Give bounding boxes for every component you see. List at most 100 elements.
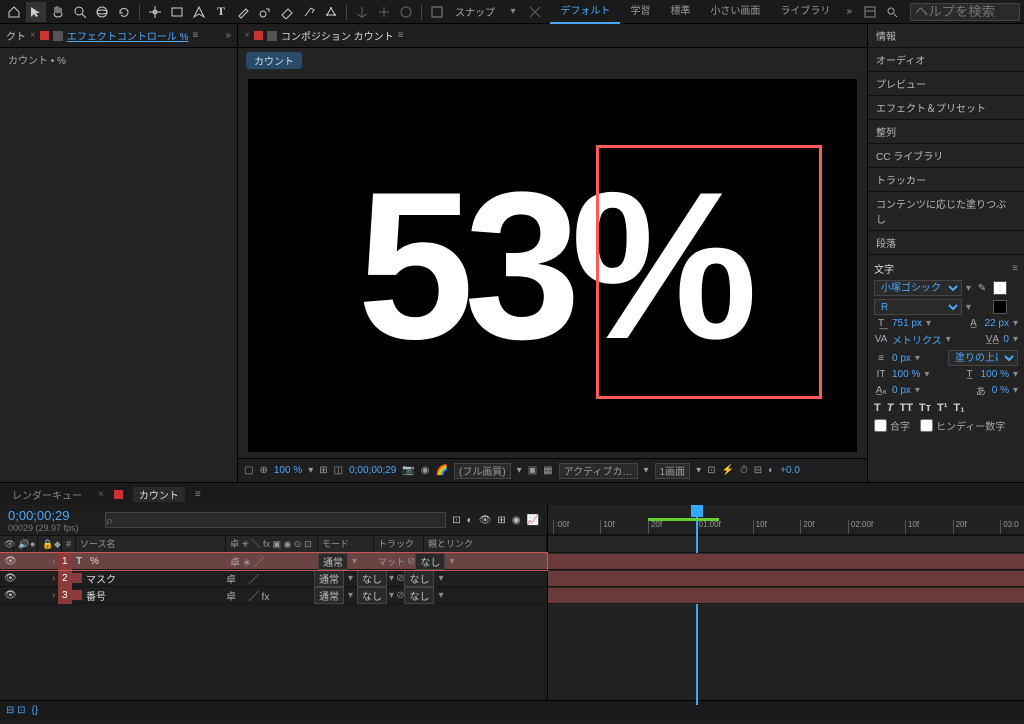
zoom-value[interactable]: 100 % xyxy=(274,465,302,476)
fast-preview-icon[interactable]: ⚡ xyxy=(722,465,734,476)
toggle-modes-icon[interactable]: {} xyxy=(32,705,39,716)
snap-dropdown-icon[interactable]: ▾ xyxy=(503,2,523,22)
pen-tool-icon[interactable] xyxy=(189,2,209,22)
workspace-small[interactable]: 小さい画面 xyxy=(700,0,770,24)
search-icon[interactable] xyxy=(882,2,902,22)
local-axis-icon[interactable] xyxy=(352,2,372,22)
stroke-mode-dropdown[interactable]: 塗りの上に線 xyxy=(948,350,1018,366)
panel-tracker[interactable]: トラッカー xyxy=(868,168,1024,192)
snapping-icon[interactable] xyxy=(525,2,545,22)
parent-dropdown[interactable]: なし xyxy=(415,553,445,570)
home-icon[interactable] xyxy=(4,2,24,22)
layer-row-2[interactable]: 👁 › 2 マスク 卓 ╱ 通常▾ なし▾ ⊘ なし▾ xyxy=(0,570,547,587)
orbit-tool-icon[interactable] xyxy=(92,2,112,22)
layer-name[interactable]: % xyxy=(86,553,226,570)
panel-align[interactable]: 整列 xyxy=(868,120,1024,144)
eraser-tool-icon[interactable] xyxy=(277,2,297,22)
panel-content-aware[interactable]: コンテンツに応じた塗りつぶし xyxy=(868,192,1024,231)
transparency-icon[interactable]: ▦ xyxy=(543,465,552,476)
fill-color-swatch[interactable] xyxy=(993,281,1007,295)
col-mode[interactable]: モード xyxy=(318,535,374,553)
blend-mode-dropdown[interactable]: 通常 xyxy=(314,587,344,604)
playhead[interactable] xyxy=(696,505,698,705)
graph-editor-icon[interactable]: 📈 xyxy=(527,515,539,526)
col-trkmat[interactable]: トラックマット xyxy=(374,535,424,553)
tsume-value[interactable]: 0 % xyxy=(992,385,1009,396)
resolution-dropdown[interactable]: (フル画質) xyxy=(454,463,511,479)
col-source-name[interactable]: ソース名 xyxy=(76,535,226,553)
snapshot-icon[interactable]: 📷 xyxy=(402,465,414,476)
panel-cc-libraries[interactable]: CC ライブラリ xyxy=(868,144,1024,168)
panel-menu-icon[interactable]: ≡ xyxy=(1012,263,1018,274)
panel-preview[interactable]: プレビュー xyxy=(868,72,1024,96)
timeline-search-input[interactable] xyxy=(105,512,447,528)
layer-name[interactable]: マスク xyxy=(82,570,222,587)
snap-checkbox[interactable] xyxy=(427,2,447,22)
toggle-switches-icon[interactable]: ⊟ ⊡ xyxy=(6,705,26,716)
flowchart-icon[interactable]: ⊟ xyxy=(754,465,762,476)
help-search-input[interactable] xyxy=(910,3,1020,21)
rotate-tool-icon[interactable] xyxy=(114,2,134,22)
workspace-overflow-icon[interactable]: » xyxy=(840,0,858,24)
parent-dropdown[interactable]: なし xyxy=(404,587,434,604)
superscript-button[interactable]: T¹ xyxy=(937,402,947,414)
hindi-checkbox[interactable]: ヒンディー数字 xyxy=(920,418,1005,433)
camera-dropdown[interactable]: アクティブカ… xyxy=(559,463,638,479)
timeline-icon[interactable]: ⏱ xyxy=(740,465,748,476)
view-axis-icon[interactable] xyxy=(396,2,416,22)
tracking-value[interactable]: 0 xyxy=(1003,334,1009,345)
layer-row-3[interactable]: 👁 › 3 番号 卓 ╱ fx 通常▾ なし▾ ⊘ なし▾ xyxy=(0,587,547,604)
viewer-timecode[interactable]: 0;00;00;29 xyxy=(349,465,396,476)
draft-3d-icon[interactable]: ◐ xyxy=(467,515,473,526)
panel-effects-presets[interactable]: エフェクト＆プリセット xyxy=(868,96,1024,120)
anchor-tool-icon[interactable] xyxy=(145,2,165,22)
timeline-tracks-area[interactable]: :00f 10f 20f 01:00f 10f 20f 02:00f 10f 2… xyxy=(548,505,1024,700)
track-2[interactable] xyxy=(548,570,1024,587)
bold-button[interactable]: T xyxy=(874,402,881,414)
workspace-standard[interactable]: 標準 xyxy=(660,0,700,24)
timeline-comp-tab[interactable]: カウント xyxy=(133,487,185,502)
magnify-icon[interactable]: ⊕ xyxy=(259,465,267,476)
rectangle-tool-icon[interactable] xyxy=(167,2,187,22)
col-lock-icon[interactable]: 🔒 xyxy=(38,535,50,553)
hide-shy-icon[interactable]: 👁 xyxy=(479,515,492,526)
text-tool-icon[interactable]: T xyxy=(211,2,231,22)
pixel-aspect-icon[interactable]: ⊡ xyxy=(707,465,715,476)
layer-selection-box[interactable] xyxy=(596,145,822,399)
brush-tool-icon[interactable] xyxy=(233,2,253,22)
grid-icon[interactable]: ⊞ xyxy=(319,465,327,476)
panel-menu-icon[interactable] xyxy=(860,2,880,22)
blend-mode-dropdown[interactable]: 通常 xyxy=(318,553,348,570)
stroke-width-value[interactable]: 0 px xyxy=(892,353,911,364)
hscale-value[interactable]: 100 % xyxy=(981,369,1009,380)
show-snapshot-icon[interactable]: ◉ xyxy=(421,465,430,476)
kerning-value[interactable]: メトリクス xyxy=(892,332,942,347)
views-dropdown[interactable]: 1画面 xyxy=(655,463,691,479)
allcaps-button[interactable]: TT xyxy=(899,402,912,414)
comp-panel-title[interactable]: コンポジション カウント xyxy=(281,28,394,43)
track-3[interactable] xyxy=(548,587,1024,604)
hand-tool-icon[interactable] xyxy=(48,2,68,22)
exposure-reset-icon[interactable]: ◐ xyxy=(768,465,774,476)
exposure-value[interactable]: +0.0 xyxy=(780,465,800,476)
italic-button[interactable]: T xyxy=(887,402,894,414)
eye-icon[interactable]: 👁 xyxy=(0,587,12,604)
font-style-dropdown[interactable]: R xyxy=(874,299,962,315)
font-family-dropdown[interactable]: 小塚ゴシック Pr6N xyxy=(874,280,962,296)
layer-row-1[interactable]: 👁 › 1 T % 卓 ✳ ╱ 通常▾ ⊘ なし▾ xyxy=(0,553,547,570)
workspace-learn[interactable]: 学習 xyxy=(620,0,660,24)
mask-icon[interactable]: ◫ xyxy=(334,465,343,476)
eyedropper-icon[interactable]: ✎ xyxy=(975,283,989,294)
workspace-library[interactable]: ライブラリ xyxy=(770,0,840,24)
comp-caption[interactable]: カウント xyxy=(246,52,302,69)
effect-controls-title[interactable]: エフェクトコントロール % xyxy=(67,28,189,43)
layer-name[interactable]: 番号 xyxy=(82,587,222,604)
leading-value[interactable]: 22 px xyxy=(985,318,1009,329)
track-1[interactable] xyxy=(548,553,1024,570)
parent-dropdown[interactable]: なし xyxy=(404,570,434,587)
eye-icon[interactable]: 👁 xyxy=(0,570,12,587)
col-solo-icon[interactable]: ● xyxy=(26,535,38,553)
panel-info[interactable]: 情報 xyxy=(868,24,1024,48)
composition-viewer[interactable]: 53% xyxy=(248,79,857,452)
blend-mode-dropdown[interactable]: 通常 xyxy=(314,570,344,587)
